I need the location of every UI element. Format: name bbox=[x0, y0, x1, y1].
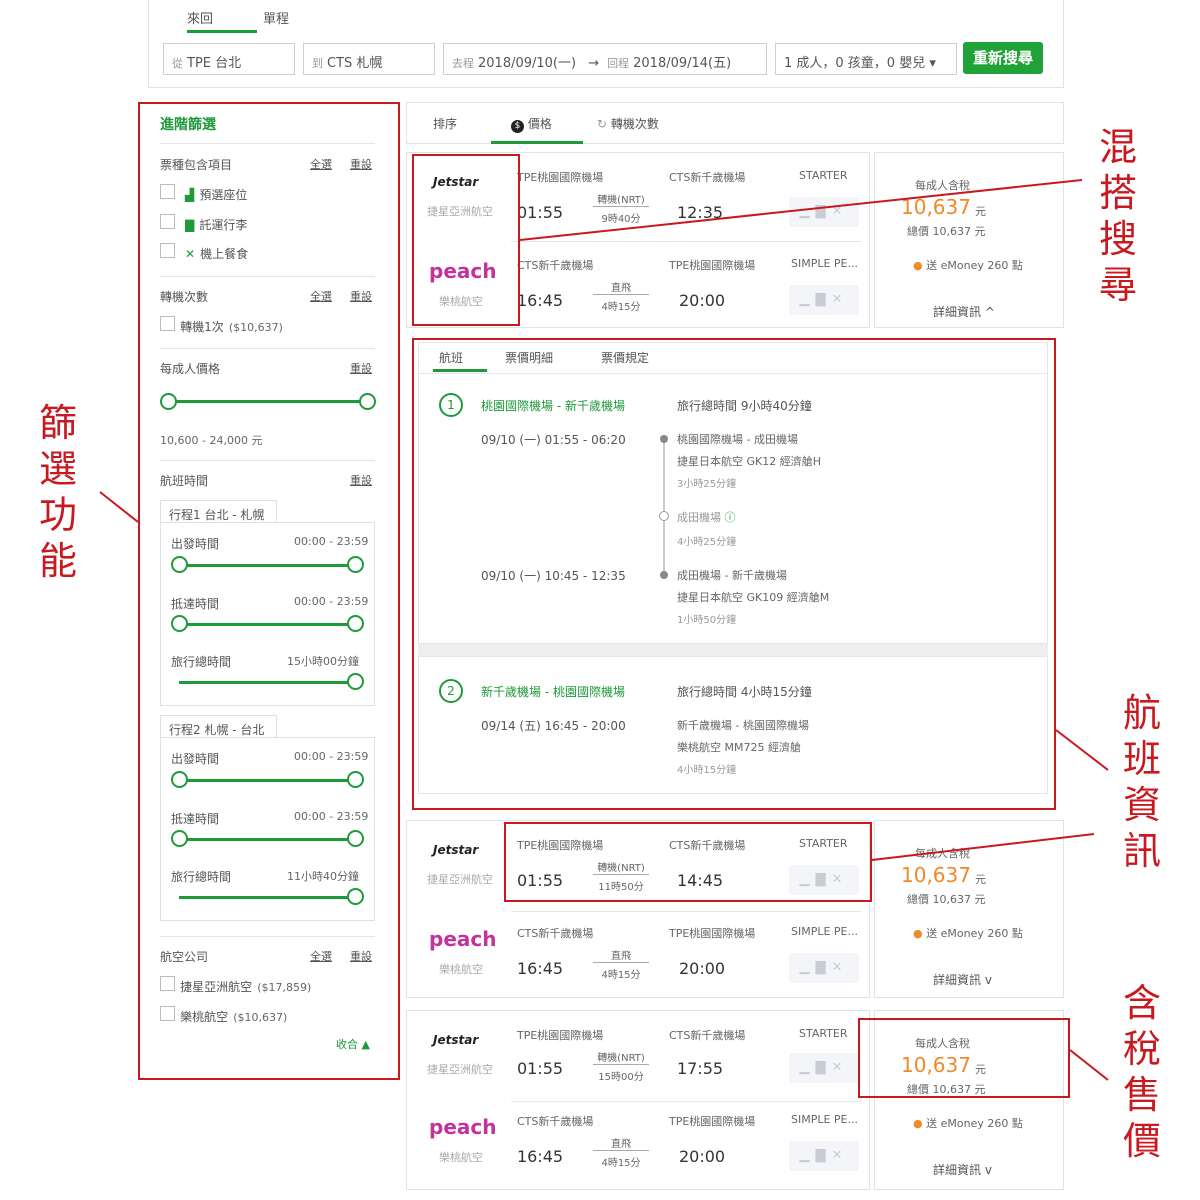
annotation-tax-price: 含稅售價 bbox=[1122, 981, 1161, 1163]
annotation-mix-search: 混搭搜尋 bbox=[1098, 125, 1137, 307]
annotation-filter: 篩選功能 bbox=[38, 401, 77, 583]
annotation-flight-info: 航班資訊 bbox=[1122, 691, 1161, 873]
annotation-lines bbox=[99, 179, 1109, 1081]
